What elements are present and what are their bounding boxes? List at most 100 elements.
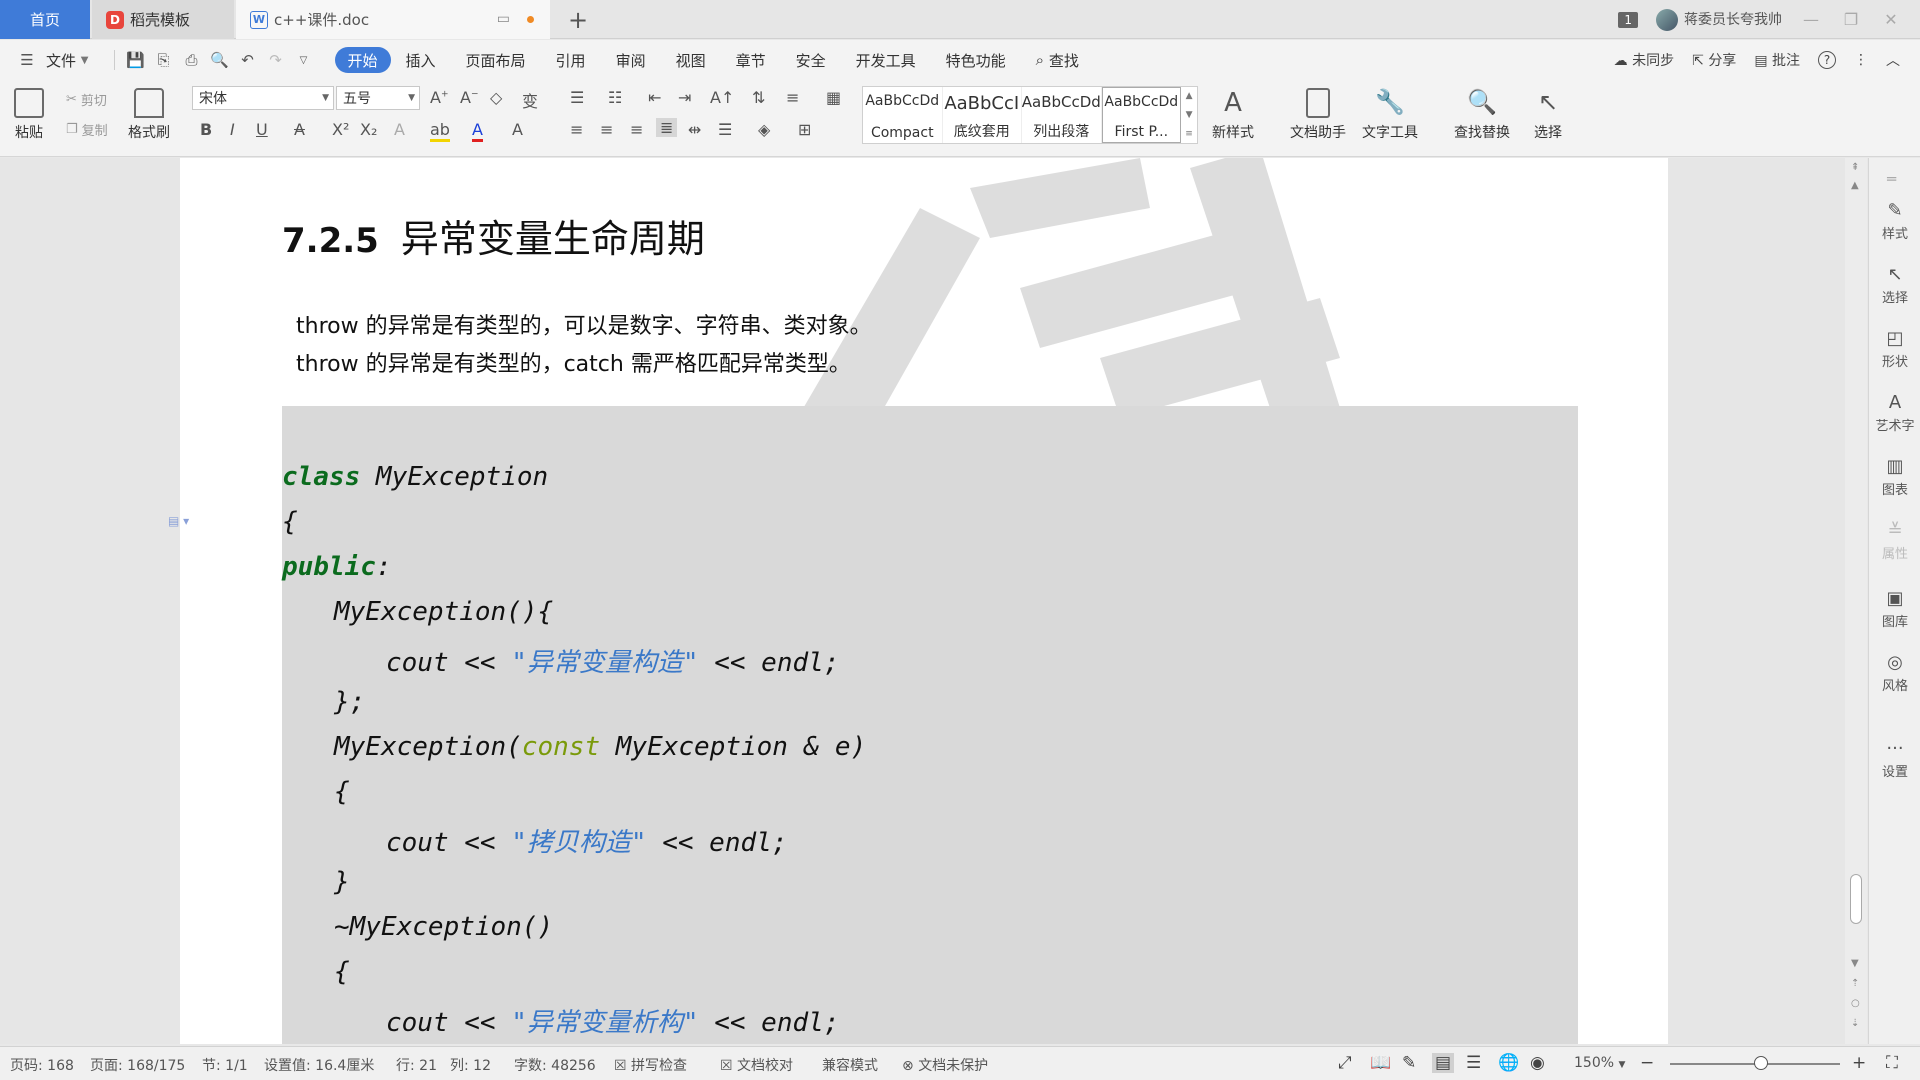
cut-button[interactable]: ✂ 剪切: [66, 90, 107, 109]
distributed-icon[interactable]: ⇹: [688, 120, 701, 139]
phonetic-icon[interactable]: 变: [522, 88, 538, 112]
tab-home[interactable]: 首页: [0, 0, 90, 39]
zoom-in-icon[interactable]: +: [1852, 1053, 1866, 1073]
hamburger-menu-icon[interactable]: ☰: [16, 49, 38, 71]
style-shading[interactable]: AaBbCcI 底纹套用: [943, 87, 1023, 143]
comment-button[interactable]: ▤ 批注: [1754, 50, 1800, 70]
menu-search[interactable]: ⌕ 查找: [1021, 47, 1094, 73]
paste-button[interactable]: 粘贴: [14, 88, 44, 142]
find-replace-button[interactable]: 🔍 查找替换: [1454, 88, 1510, 142]
bold-icon[interactable]: B: [200, 120, 212, 139]
eye-protection-icon[interactable]: ◉: [1530, 1053, 1545, 1073]
status-setting[interactable]: 设置值: 16.4厘米: [264, 1055, 374, 1075]
borders-icon[interactable]: ⊞: [798, 120, 811, 139]
next-page-icon[interactable]: ⇣: [1851, 1018, 1859, 1029]
page-view-icon[interactable]: ▤: [1432, 1053, 1455, 1073]
scrollbar-thumb[interactable]: [1850, 874, 1862, 924]
protect-button[interactable]: ⊗ 文档未保护: [902, 1055, 988, 1075]
menu-special-features[interactable]: 特色功能: [931, 47, 1021, 73]
select-button[interactable]: ↖ 选择: [1534, 88, 1562, 142]
font-size-select[interactable]: 五号 ▼: [336, 86, 420, 110]
zoom-out-icon[interactable]: −: [1640, 1053, 1654, 1073]
sort-icon[interactable]: ⇅: [752, 88, 765, 107]
clear-format-icon[interactable]: ◇: [490, 88, 502, 107]
tab-document[interactable]: W c++课件.doc ▭: [236, 0, 550, 39]
subscript-icon[interactable]: X₂: [360, 120, 377, 139]
align-center-icon[interactable]: ≡: [600, 120, 613, 139]
side-theme-button[interactable]: ◎ 风格: [1869, 652, 1920, 694]
more-icon[interactable]: ⋮: [1854, 52, 1868, 68]
shrink-font-icon[interactable]: A−: [460, 88, 479, 107]
underline-icon[interactable]: U: [256, 120, 268, 139]
export-icon[interactable]: ⎘: [153, 49, 175, 71]
scroll-top-icon[interactable]: ⇞: [1851, 162, 1859, 173]
new-style-button[interactable]: A 新样式: [1212, 88, 1254, 142]
align-left-icon[interactable]: ≡: [570, 120, 583, 139]
minimize-button[interactable]: —: [1800, 10, 1822, 29]
paragraph-marker-icon[interactable]: ▤ ▾: [168, 514, 189, 528]
doc-assistant-button[interactable]: 文档助手: [1290, 88, 1346, 142]
status-page-code[interactable]: 页码: 168: [10, 1055, 74, 1075]
side-chart-button[interactable]: ▥ 图表: [1869, 456, 1920, 498]
print-icon[interactable]: ⎙: [181, 49, 203, 71]
side-gallery-button[interactable]: ▣ 图库: [1869, 588, 1920, 630]
increase-indent-icon[interactable]: ⇥: [678, 88, 691, 107]
text-tools-button[interactable]: 🔧 文字工具: [1362, 88, 1418, 142]
window-count-badge[interactable]: 1: [1618, 11, 1638, 28]
outline-view-icon[interactable]: ☰: [1466, 1053, 1481, 1073]
monitor-icon[interactable]: ▭: [497, 11, 510, 27]
spell-check-button[interactable]: ☒ 拼写检查: [614, 1055, 687, 1075]
side-style-button[interactable]: ✎ 样式: [1869, 200, 1920, 242]
side-properties-button[interactable]: ≚ 属性: [1869, 520, 1920, 562]
write-mode-icon[interactable]: ✎: [1402, 1053, 1416, 1073]
menu-insert[interactable]: 插入: [391, 47, 451, 73]
zoom-select[interactable]: 150% ▼: [1574, 1055, 1625, 1071]
shading-icon[interactable]: ◈: [758, 120, 770, 139]
panel-collapse-icon[interactable]: ═: [1887, 170, 1896, 188]
menu-page-layout[interactable]: 页面布局: [451, 47, 541, 73]
side-select-button[interactable]: ↖ 选择: [1869, 264, 1920, 306]
style-compact[interactable]: AaBbCcDd Compact: [863, 87, 943, 143]
print-preview-icon[interactable]: 🔍: [209, 49, 231, 71]
menu-start[interactable]: 开始: [334, 47, 391, 73]
document-page[interactable]: 7.2.5 异常变量生命周期 throw 的异常是有类型的，可以是数字、字符串、类…: [180, 158, 1668, 1044]
char-shading-icon[interactable]: A: [512, 120, 523, 139]
close-button[interactable]: ✕: [1880, 10, 1902, 29]
font-name-select[interactable]: 宋体 ▼: [192, 86, 334, 110]
justify-icon[interactable]: ≣: [656, 118, 678, 137]
sync-button[interactable]: ☁ 未同步: [1614, 50, 1674, 70]
chevron-down-icon[interactable]: ▼: [1851, 958, 1859, 969]
menu-chapter[interactable]: 章节: [721, 47, 781, 73]
menu-view[interactable]: 视图: [661, 47, 721, 73]
menu-references[interactable]: 引用: [541, 47, 601, 73]
decrease-indent-icon[interactable]: ⇤: [648, 88, 661, 107]
tab-template[interactable]: D 稻壳模板: [92, 0, 234, 39]
undo-icon[interactable]: ↶: [237, 49, 259, 71]
status-pages[interactable]: 页面: 168/175: [90, 1055, 185, 1075]
fullscreen-icon[interactable]: ⤢: [1338, 1053, 1352, 1073]
status-section[interactable]: 节: 1/1: [202, 1055, 248, 1075]
side-settings-button[interactable]: ··· 设置: [1869, 738, 1920, 780]
menu-file[interactable]: 文件 ▼: [44, 47, 104, 73]
save-icon[interactable]: 💾: [125, 49, 147, 71]
superscript-icon[interactable]: X²: [332, 120, 349, 139]
font-color-icon[interactable]: A: [472, 120, 483, 142]
grow-font-icon[interactable]: A+: [430, 88, 449, 107]
bullet-list-icon[interactable]: ☰: [570, 88, 584, 107]
status-word-count[interactable]: 字数: 48256: [514, 1055, 596, 1075]
collapse-ribbon-icon[interactable]: ︿: [1886, 50, 1900, 70]
document-area[interactable]: 7.2.5 异常变量生命周期 throw 的异常是有类型的，可以是数字、字符串、类…: [0, 158, 1850, 1044]
zoom-slider-knob[interactable]: [1754, 1056, 1768, 1070]
new-tab-button[interactable]: +: [563, 0, 593, 39]
prev-page-icon[interactable]: ⇡: [1851, 978, 1859, 989]
customize-toolbar-icon[interactable]: ▽: [293, 49, 315, 71]
style-list-paragraph[interactable]: AaBbCcDd 列出段落: [1022, 87, 1102, 143]
web-view-icon[interactable]: 🌐: [1498, 1053, 1519, 1073]
redo-icon[interactable]: ↷: [265, 49, 287, 71]
align-right-icon[interactable]: ≡: [630, 120, 643, 139]
vertical-scrollbar[interactable]: ⇞ ▲ ▼ ⇡ ○ ⇣: [1845, 158, 1867, 1044]
side-wordart-button[interactable]: A 艺术字: [1869, 392, 1920, 434]
chevron-up-icon[interactable]: ▲: [1851, 180, 1859, 191]
highlight-icon[interactable]: ab: [430, 120, 450, 142]
status-col[interactable]: 列: 12: [450, 1055, 491, 1075]
